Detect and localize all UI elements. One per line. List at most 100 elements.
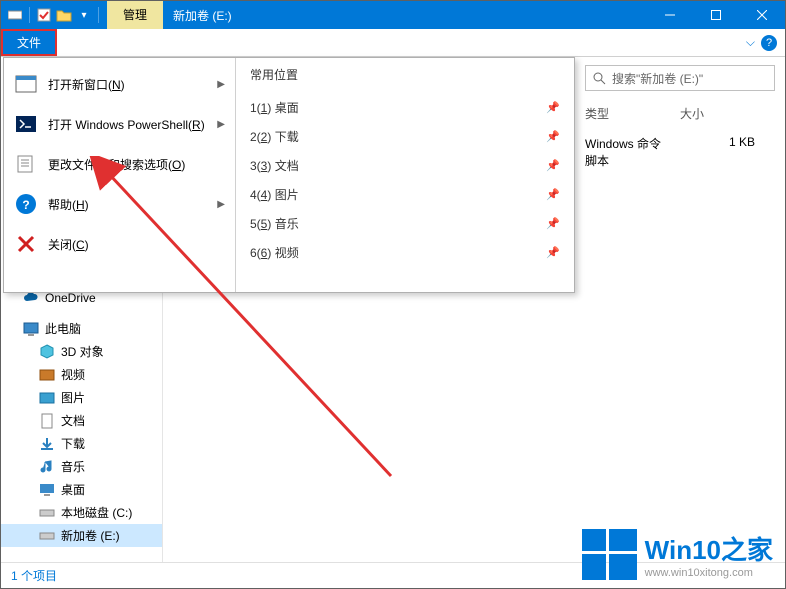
checkbox-icon[interactable] (36, 7, 52, 23)
separator (29, 7, 30, 23)
download-icon (39, 436, 55, 452)
close-button[interactable] (739, 1, 785, 29)
cell-type: Windows 命令脚本 (585, 135, 670, 169)
window-title: 新加卷 (E:) (163, 7, 647, 24)
windows-logo-icon (582, 529, 637, 580)
nav-label: 桌面 (61, 481, 85, 498)
maximize-button[interactable] (693, 1, 739, 29)
nav-edisk[interactable]: 新加卷 (E:) (1, 524, 162, 547)
pin-icon[interactable]: 📌 (546, 130, 560, 143)
music-icon (39, 459, 55, 475)
menu-close[interactable]: 关闭(C) (4, 224, 235, 264)
video-icon (39, 367, 55, 383)
nav-label: 下载 (61, 435, 85, 452)
col-size[interactable]: 大小 (680, 105, 775, 122)
menu-options[interactable]: 更改文件夹和搜索选项(O) (4, 144, 235, 184)
document-icon (39, 413, 55, 429)
chevron-right-icon: ▶ (217, 199, 225, 210)
location-item[interactable]: 5(5) 音乐📌 (250, 209, 560, 238)
desktop-icon (39, 482, 55, 498)
nav-3d[interactable]: 3D 对象 (1, 340, 162, 363)
file-tab[interactable]: 文件 (1, 29, 57, 56)
window-icon (14, 72, 38, 96)
manage-tab[interactable]: 管理 (107, 1, 163, 29)
window-buttons (647, 1, 785, 29)
menu-powershell[interactable]: 打开 Windows PowerShell(R) ▶ (4, 104, 235, 144)
pin-icon[interactable]: 📌 (546, 188, 560, 201)
picture-icon (39, 390, 55, 406)
nav-label: 图片 (61, 389, 85, 406)
menu-new-window[interactable]: 打开新窗口(N) ▶ (4, 64, 235, 104)
column-headers: 类型 大小 (585, 105, 775, 122)
separator (98, 7, 99, 23)
watermark: Win10之家 www.win10xitong.com (582, 529, 773, 580)
nav-doc[interactable]: 文档 (1, 409, 162, 432)
nav-desktop[interactable]: 桌面 (1, 478, 162, 501)
item-count: 1 个项目 (11, 567, 57, 584)
location-item[interactable]: 2(2) 下载📌 (250, 122, 560, 151)
search-icon (592, 71, 606, 85)
menu-label: 帮助(H) (48, 196, 207, 213)
cell-size: 1 KB (670, 135, 775, 169)
menu-label: 打开新窗口(N) (48, 76, 207, 93)
watermark-title: Win10之家 (645, 530, 773, 567)
chevron-right-icon: ▶ (217, 79, 225, 90)
nav-thispc[interactable]: 此电脑 (1, 317, 162, 340)
location-item[interactable]: 1(1) 桌面📌 (250, 93, 560, 122)
col-type[interactable]: 类型 (585, 105, 680, 122)
nav-cdisk[interactable]: 本地磁盘 (C:) (1, 501, 162, 524)
powershell-icon (14, 112, 38, 136)
locations-header: 常用位置 (250, 66, 560, 83)
nav-video[interactable]: 视频 (1, 363, 162, 386)
dropdown-icon[interactable]: ▾ (76, 7, 92, 23)
minimize-button[interactable] (647, 1, 693, 29)
location-item[interactable]: 4(4) 图片📌 (250, 180, 560, 209)
pin-icon[interactable]: 📌 (546, 159, 560, 172)
location-item[interactable]: 6(6) 视频📌 (250, 238, 560, 267)
location-label: 1(1) 桌面 (250, 99, 546, 116)
menu-help[interactable]: ? 帮助(H) ▶ (4, 184, 235, 224)
location-label: 2(2) 下载 (250, 128, 546, 145)
location-label: 5(5) 音乐 (250, 215, 546, 232)
menu-label: 关闭(C) (48, 236, 225, 253)
nav-label: 3D 对象 (61, 343, 104, 360)
pc-icon (23, 321, 39, 337)
pin-icon[interactable]: 📌 (546, 101, 560, 114)
search-placeholder: 搜索"新加卷 (E:)" (612, 70, 703, 87)
nav-pic[interactable]: 图片 (1, 386, 162, 409)
app-icon (7, 7, 23, 23)
help-icon: ? (14, 192, 38, 216)
chevron-down-icon[interactable]: ⌵ (746, 35, 755, 50)
ribbon-right: ⌵ ? (746, 29, 785, 56)
titlebar: ▾ 管理 新加卷 (E:) (1, 1, 785, 29)
location-item[interactable]: 3(3) 文档📌 (250, 151, 560, 180)
pin-icon[interactable]: 📌 (546, 246, 560, 259)
file-row[interactable]: Windows 命令脚本 1 KB (585, 135, 775, 169)
nav-label: 音乐 (61, 458, 85, 475)
file-menu: 打开新窗口(N) ▶ 打开 Windows PowerShell(R) ▶ 更改… (3, 57, 575, 293)
close-icon (14, 232, 38, 256)
ribbon: 文件 ⌵ ? (1, 29, 785, 57)
nav-label: 文档 (61, 412, 85, 429)
help-icon[interactable]: ? (761, 35, 777, 51)
drive-icon (39, 505, 55, 521)
menu-label: 更改文件夹和搜索选项(O) (48, 156, 225, 173)
search-input[interactable]: 搜索"新加卷 (E:)" (585, 65, 775, 91)
folder-icon[interactable] (56, 7, 72, 23)
nav-label: 新加卷 (E:) (61, 527, 120, 544)
cube-icon (39, 344, 55, 360)
location-label: 4(4) 图片 (250, 186, 546, 203)
chevron-right-icon: ▶ (217, 119, 225, 130)
watermark-url: www.win10xitong.com (645, 567, 773, 579)
nav-label: 此电脑 (45, 320, 81, 337)
nav-music[interactable]: 音乐 (1, 455, 162, 478)
nav-download[interactable]: 下载 (1, 432, 162, 455)
nav-label: 本地磁盘 (C:) (61, 504, 132, 521)
menu-label: 打开 Windows PowerShell(R) (48, 116, 207, 133)
location-label: 3(3) 文档 (250, 157, 546, 174)
pin-icon[interactable]: 📌 (546, 217, 560, 230)
file-menu-left: 打开新窗口(N) ▶ 打开 Windows PowerShell(R) ▶ 更改… (4, 58, 236, 292)
nav-label: 视频 (61, 366, 85, 383)
nav-label: OneDrive (45, 291, 96, 305)
options-icon (14, 152, 38, 176)
